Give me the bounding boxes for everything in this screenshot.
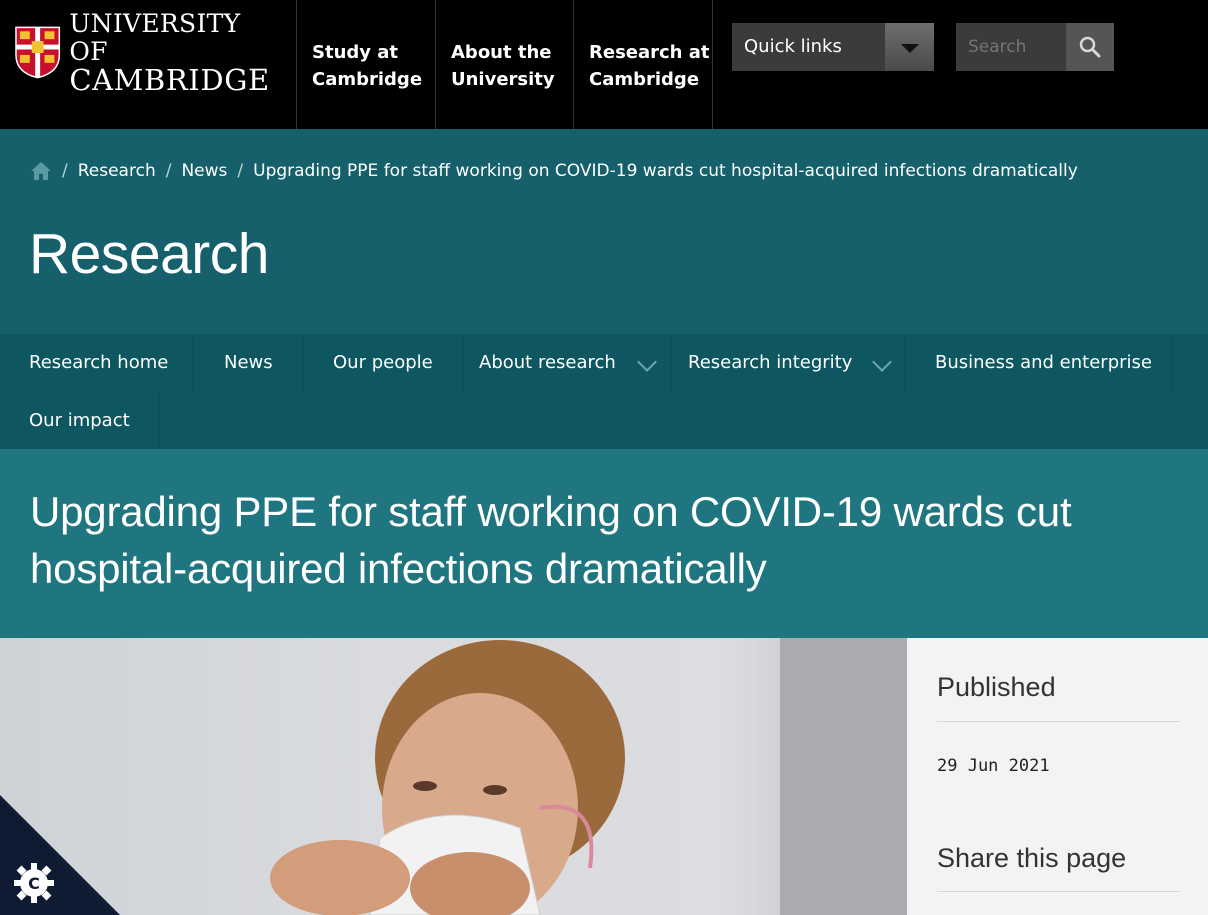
published-date: 29 Jun 2021 [937, 756, 1050, 776]
home-icon[interactable] [30, 160, 52, 182]
search-icon [1079, 36, 1101, 58]
article-title: Upgrading PPE for staff working on COVID… [30, 488, 1072, 592]
nav-research-at-cambridge[interactable]: Research at Cambridge [573, 0, 713, 129]
section-nav-research-integrity[interactable]: Research integrity [671, 334, 906, 392]
nav-label-line-2: University [451, 69, 555, 90]
section-nav-our-impact[interactable]: Our impact [0, 392, 159, 449]
section-nav-label: Research integrity [688, 352, 853, 373]
breadcrumb-separator: / [62, 161, 68, 181]
divider [937, 891, 1180, 892]
cookie-settings-button[interactable]: C [0, 795, 120, 915]
breadcrumb-research[interactable]: Research [78, 161, 156, 181]
healthcare-worker-photo [270, 638, 907, 915]
search-input[interactable] [956, 23, 1066, 71]
section-nav-news[interactable]: News [194, 334, 303, 392]
search-button[interactable] [1066, 23, 1114, 71]
chevron-down-icon[interactable] [637, 352, 657, 372]
nav-label-line-1: Study at [312, 42, 399, 63]
share-this-page-label: Share this page [937, 843, 1127, 873]
nav-label-line-1: About the [451, 42, 552, 63]
nav-label-line-1: Research at [589, 42, 710, 63]
section-banner: / Research / News / Upgrading PPE for st… [0, 129, 1208, 334]
section-nav-business-and-enterprise[interactable]: Business and enterprise [906, 334, 1173, 392]
svg-text:C: C [28, 874, 40, 893]
section-nav-our-people[interactable]: Our people [303, 334, 463, 392]
nav-label-line-2: Cambridge [589, 69, 700, 90]
divider [937, 721, 1180, 722]
quick-links-label: Quick links [744, 36, 842, 57]
article-sidebar: Published 29 Jun 2021 Share this page [907, 638, 1208, 915]
section-nav-label: About research [479, 352, 616, 373]
breadcrumb-news[interactable]: News [181, 161, 227, 181]
logo-line-1: UNIVERSITY OF [69, 9, 241, 66]
quick-links-dropdown[interactable]: Quick links [732, 23, 934, 71]
chevron-down-icon[interactable] [885, 23, 934, 71]
chevron-down-icon[interactable] [872, 352, 892, 372]
breadcrumb: / Research / News / Upgrading PPE for st… [30, 160, 1078, 182]
section-title: Research [29, 222, 269, 286]
published-label: Published [937, 672, 1056, 702]
breadcrumb-separator: / [165, 161, 172, 181]
university-logo[interactable]: UNIVERSITY OF CAMBRIDGE [14, 10, 284, 95]
breadcrumb-separator: / [237, 161, 244, 181]
logo-line-2: CAMBRIDGE [69, 63, 270, 97]
section-nav-about-research[interactable]: About research [463, 334, 671, 392]
gear-icon: C [14, 863, 54, 903]
nav-about-the-university[interactable]: About the University [435, 0, 574, 129]
site-header: UNIVERSITY OF CAMBRIDGE Study at Cambrid… [0, 0, 1208, 129]
nav-label-line-2: Cambridge [312, 69, 423, 90]
breadcrumb-current-page: Upgrading PPE for staff working on COVID… [253, 161, 1078, 181]
section-navigation: Research home News Our people About rese… [0, 334, 1208, 449]
nav-study-at-cambridge[interactable]: Study at Cambridge [296, 0, 436, 129]
search-box [956, 23, 1114, 71]
university-crest-icon [15, 26, 61, 79]
article-hero-image [0, 638, 907, 915]
article-header: Upgrading PPE for staff working on COVID… [0, 449, 1208, 638]
section-nav-research-home[interactable]: Research home [0, 334, 194, 392]
